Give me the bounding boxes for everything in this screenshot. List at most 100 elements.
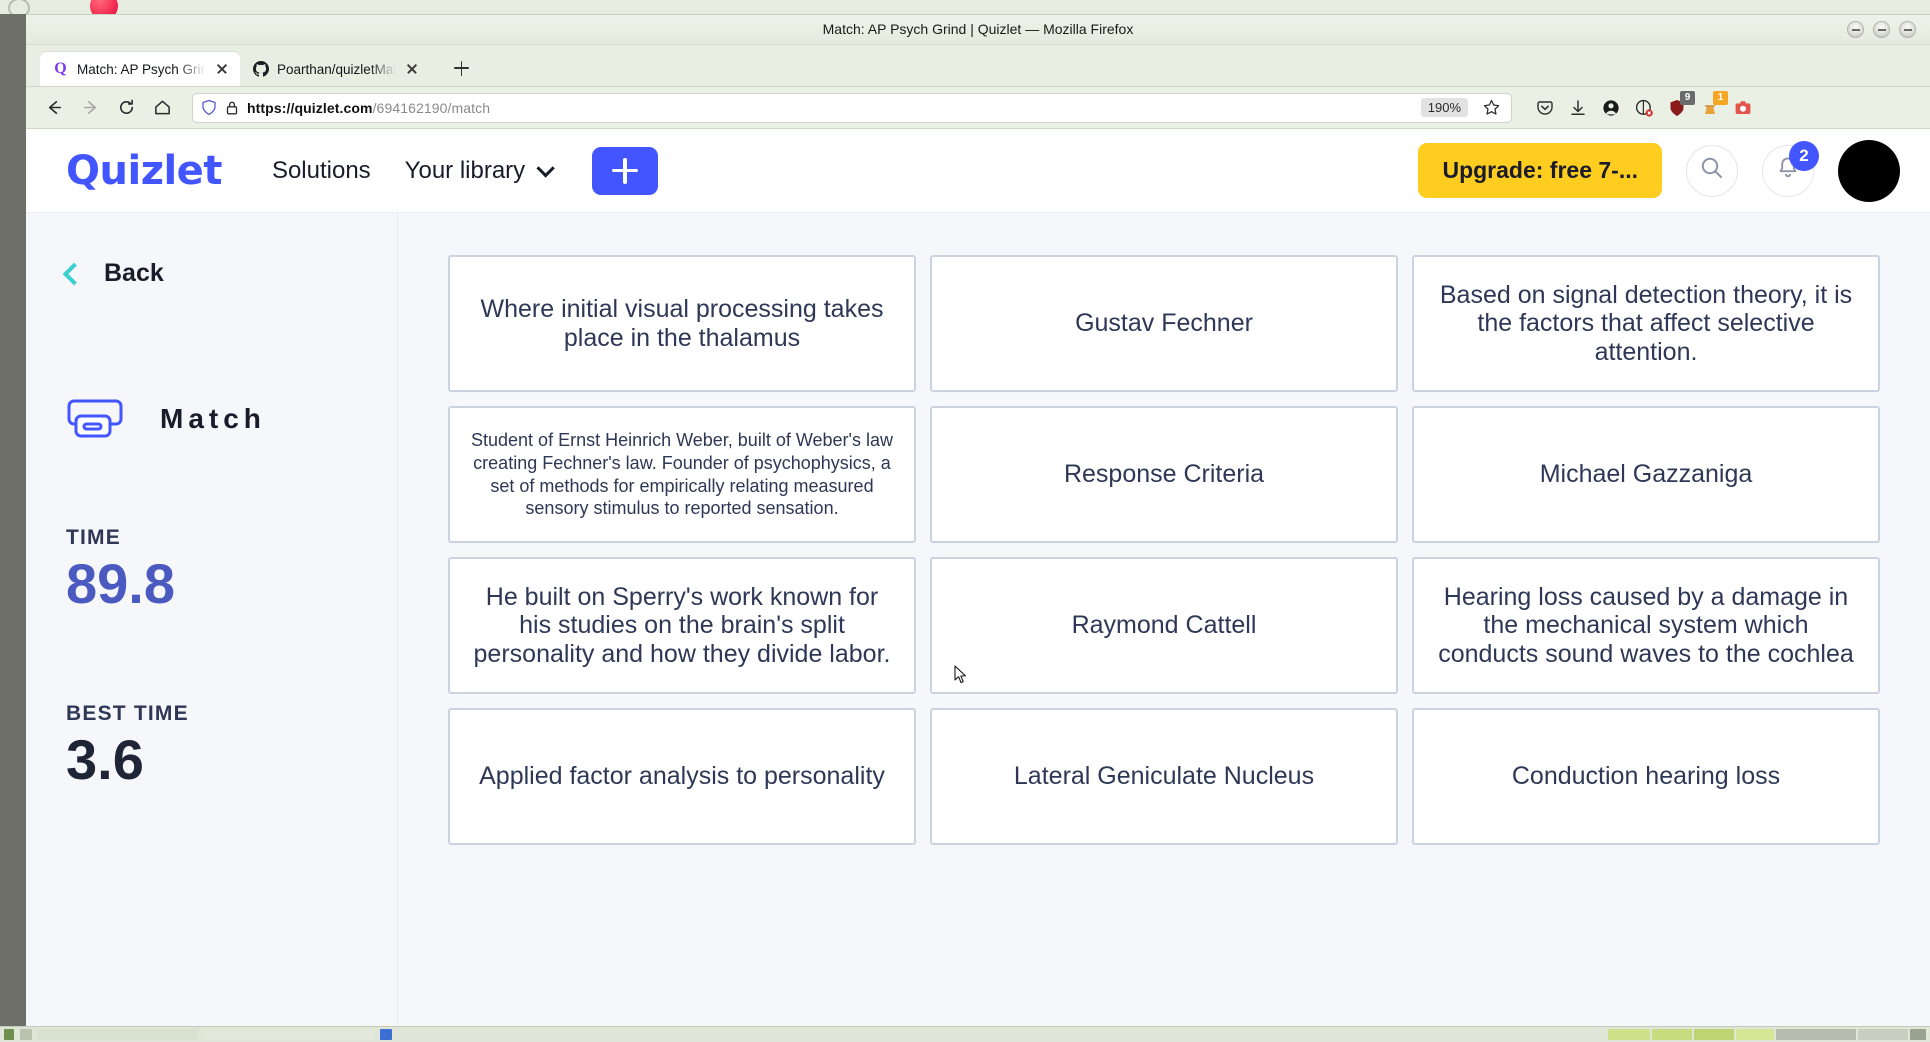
desktop-left-edge bbox=[0, 14, 26, 1026]
zoom-level-badge[interactable]: 190% bbox=[1420, 98, 1468, 117]
match-card-grid: Where initial visual processing takes pl… bbox=[398, 213, 1930, 1027]
back-label: Back bbox=[104, 259, 164, 287]
study-mode-row: Match bbox=[66, 398, 397, 440]
ublock-badge: 9 bbox=[1680, 90, 1695, 105]
tab-label: Match: AP Psych Grind | Q bbox=[77, 61, 206, 77]
quizlet-favicon: Q bbox=[54, 60, 67, 77]
url-domain: https://quizlet.com bbox=[247, 99, 373, 116]
match-card[interactable]: Lateral Geniculate Nucleus bbox=[930, 708, 1398, 845]
nav-item-your-library[interactable]: Your library bbox=[404, 156, 556, 185]
tab-strip: Q Match: AP Psych Grind | Q Poarthan/qui… bbox=[26, 45, 1930, 87]
toolbar-extension-icons: 9 1 bbox=[1526, 90, 1785, 119]
match-sidebar: Back Match TIME 89.8 BEST TIME 3.6 bbox=[26, 213, 398, 1027]
star-icon[interactable] bbox=[1482, 98, 1501, 117]
stat-best-time-label: BEST TIME bbox=[66, 702, 189, 726]
match-card[interactable]: Student of Ernst Heinrich Weber, built o… bbox=[448, 406, 916, 543]
taskbar-item[interactable] bbox=[380, 1029, 392, 1040]
nav-item-solutions[interactable]: Solutions bbox=[272, 157, 371, 185]
menu-icon[interactable] bbox=[1765, 100, 1785, 116]
back-arrow-icon[interactable] bbox=[38, 92, 70, 124]
home-icon[interactable] bbox=[146, 92, 178, 124]
study-mode-label: Match bbox=[160, 403, 266, 434]
tab-label: Poarthan/quizletMatch: H bbox=[277, 61, 396, 77]
back-button[interactable]: Back bbox=[62, 259, 397, 288]
taskbar-tray[interactable] bbox=[1608, 1029, 1930, 1040]
match-card[interactable]: Where initial visual processing takes pl… bbox=[448, 255, 916, 392]
notifications-button[interactable]: 2 bbox=[1762, 140, 1819, 197]
firefox-window: Match: AP Psych Grind | Quizlet — Mozill… bbox=[26, 14, 1930, 1028]
minimize-button[interactable] bbox=[1847, 21, 1864, 38]
match-card[interactable]: Applied factor analysis to personality bbox=[448, 708, 916, 845]
search-icon bbox=[1699, 155, 1725, 186]
navigation-toolbar: https://quizlet.com/694162190/match 190% bbox=[26, 87, 1930, 129]
taskbar-item[interactable] bbox=[38, 1029, 198, 1040]
search-button[interactable] bbox=[1686, 144, 1738, 197]
taskbar-item[interactable] bbox=[398, 1029, 818, 1040]
taskbar-item[interactable] bbox=[20, 1029, 32, 1040]
tray-item[interactable] bbox=[1694, 1029, 1734, 1040]
notification-count-badge: 2 bbox=[1789, 140, 1819, 171]
match-card[interactable]: Based on signal detection theory, it is … bbox=[1412, 255, 1880, 392]
tray-item[interactable] bbox=[1776, 1029, 1856, 1040]
match-card[interactable]: Response Criteria bbox=[930, 406, 1398, 543]
quizlet-logo[interactable]: Quizlet bbox=[66, 148, 222, 194]
close-icon[interactable] bbox=[214, 61, 230, 77]
match-card[interactable]: Hearing loss caused by a damage in the m… bbox=[1412, 557, 1880, 694]
account-icon[interactable] bbox=[1600, 97, 1622, 119]
quizlet-header: Quizlet Solutions Your library Upgrade: … bbox=[26, 129, 1930, 213]
stat-time-value: 89.8 bbox=[66, 552, 175, 615]
match-card-icon bbox=[66, 398, 130, 440]
noscript-icon[interactable] bbox=[1633, 97, 1655, 119]
stat-best-time: BEST TIME 3.6 bbox=[66, 702, 397, 792]
nav-label: Your library bbox=[404, 156, 526, 184]
github-favicon bbox=[252, 61, 269, 78]
upgrade-button[interactable]: Upgrade: free 7-... bbox=[1418, 143, 1662, 198]
nav-label: Solutions bbox=[271, 156, 371, 184]
chevron-down-icon bbox=[536, 159, 556, 178]
url-bar[interactable]: https://quizlet.com/694162190/match 190% bbox=[192, 92, 1512, 123]
close-button[interactable] bbox=[1899, 21, 1916, 38]
lock-icon[interactable] bbox=[225, 100, 239, 116]
quizlet-body: Back Match TIME 89.8 BEST TIME 3.6 Where… bbox=[26, 213, 1930, 1027]
match-card[interactable]: Gustav Fechner bbox=[930, 255, 1398, 392]
window-title: Match: AP Psych Grind | Quizlet — Mozill… bbox=[822, 21, 1134, 37]
shield-icon[interactable] bbox=[201, 99, 217, 116]
tray-item[interactable] bbox=[1736, 1029, 1774, 1040]
extension-badge: 1 bbox=[1713, 90, 1728, 105]
downloads-icon[interactable] bbox=[1567, 97, 1589, 119]
window-titlebar: Match: AP Psych Grind | Quizlet — Mozill… bbox=[26, 15, 1930, 45]
taskbar-item[interactable] bbox=[4, 1029, 14, 1040]
close-icon[interactable] bbox=[404, 61, 420, 77]
screenshot-icon[interactable] bbox=[1732, 97, 1754, 119]
create-button[interactable] bbox=[592, 146, 659, 195]
maximize-button[interactable] bbox=[1873, 21, 1890, 38]
match-card[interactable]: Conduction hearing loss bbox=[1412, 708, 1880, 845]
tray-item[interactable] bbox=[1608, 1029, 1650, 1040]
ublock-origin-icon[interactable]: 9 bbox=[1666, 90, 1695, 119]
taskbar-item[interactable] bbox=[204, 1029, 374, 1040]
tray-item[interactable] bbox=[1652, 1029, 1692, 1040]
reload-icon[interactable] bbox=[110, 92, 142, 124]
quizlet-header-right: Upgrade: free 7-... 2 bbox=[1418, 139, 1900, 202]
match-card[interactable]: Michael Gazzaniga bbox=[1412, 406, 1880, 543]
url-path: /694162190/match bbox=[372, 99, 491, 116]
browser-tab-github[interactable]: Poarthan/quizletMatch: H bbox=[240, 52, 430, 86]
tray-item[interactable] bbox=[1910, 1029, 1926, 1040]
extension-icon[interactable]: 1 bbox=[1699, 90, 1728, 119]
stat-time-label: TIME bbox=[66, 526, 121, 549]
pocket-icon[interactable] bbox=[1534, 97, 1556, 119]
desktop-root: Match: AP Psych Grind | Quizlet — Mozill… bbox=[0, 0, 1930, 1042]
window-controls bbox=[1847, 21, 1916, 38]
avatar[interactable] bbox=[1838, 139, 1900, 202]
browser-tab-quizlet[interactable]: Q Match: AP Psych Grind | Q bbox=[40, 52, 240, 86]
forward-arrow-icon[interactable] bbox=[74, 92, 106, 124]
desktop-background-strip bbox=[0, 0, 1930, 20]
match-card[interactable]: He built on Sperry's work known for his … bbox=[448, 557, 916, 694]
tray-item[interactable] bbox=[1858, 1029, 1908, 1040]
match-card[interactable]: Raymond Cattell bbox=[930, 557, 1398, 694]
new-tab-button[interactable] bbox=[446, 53, 476, 83]
chevron-left-icon bbox=[62, 262, 86, 285]
web-page-content: Quizlet Solutions Your library Upgrade: … bbox=[26, 129, 1930, 1028]
system-taskbar[interactable] bbox=[0, 1026, 1930, 1042]
stat-time: TIME 89.8 bbox=[66, 526, 397, 616]
